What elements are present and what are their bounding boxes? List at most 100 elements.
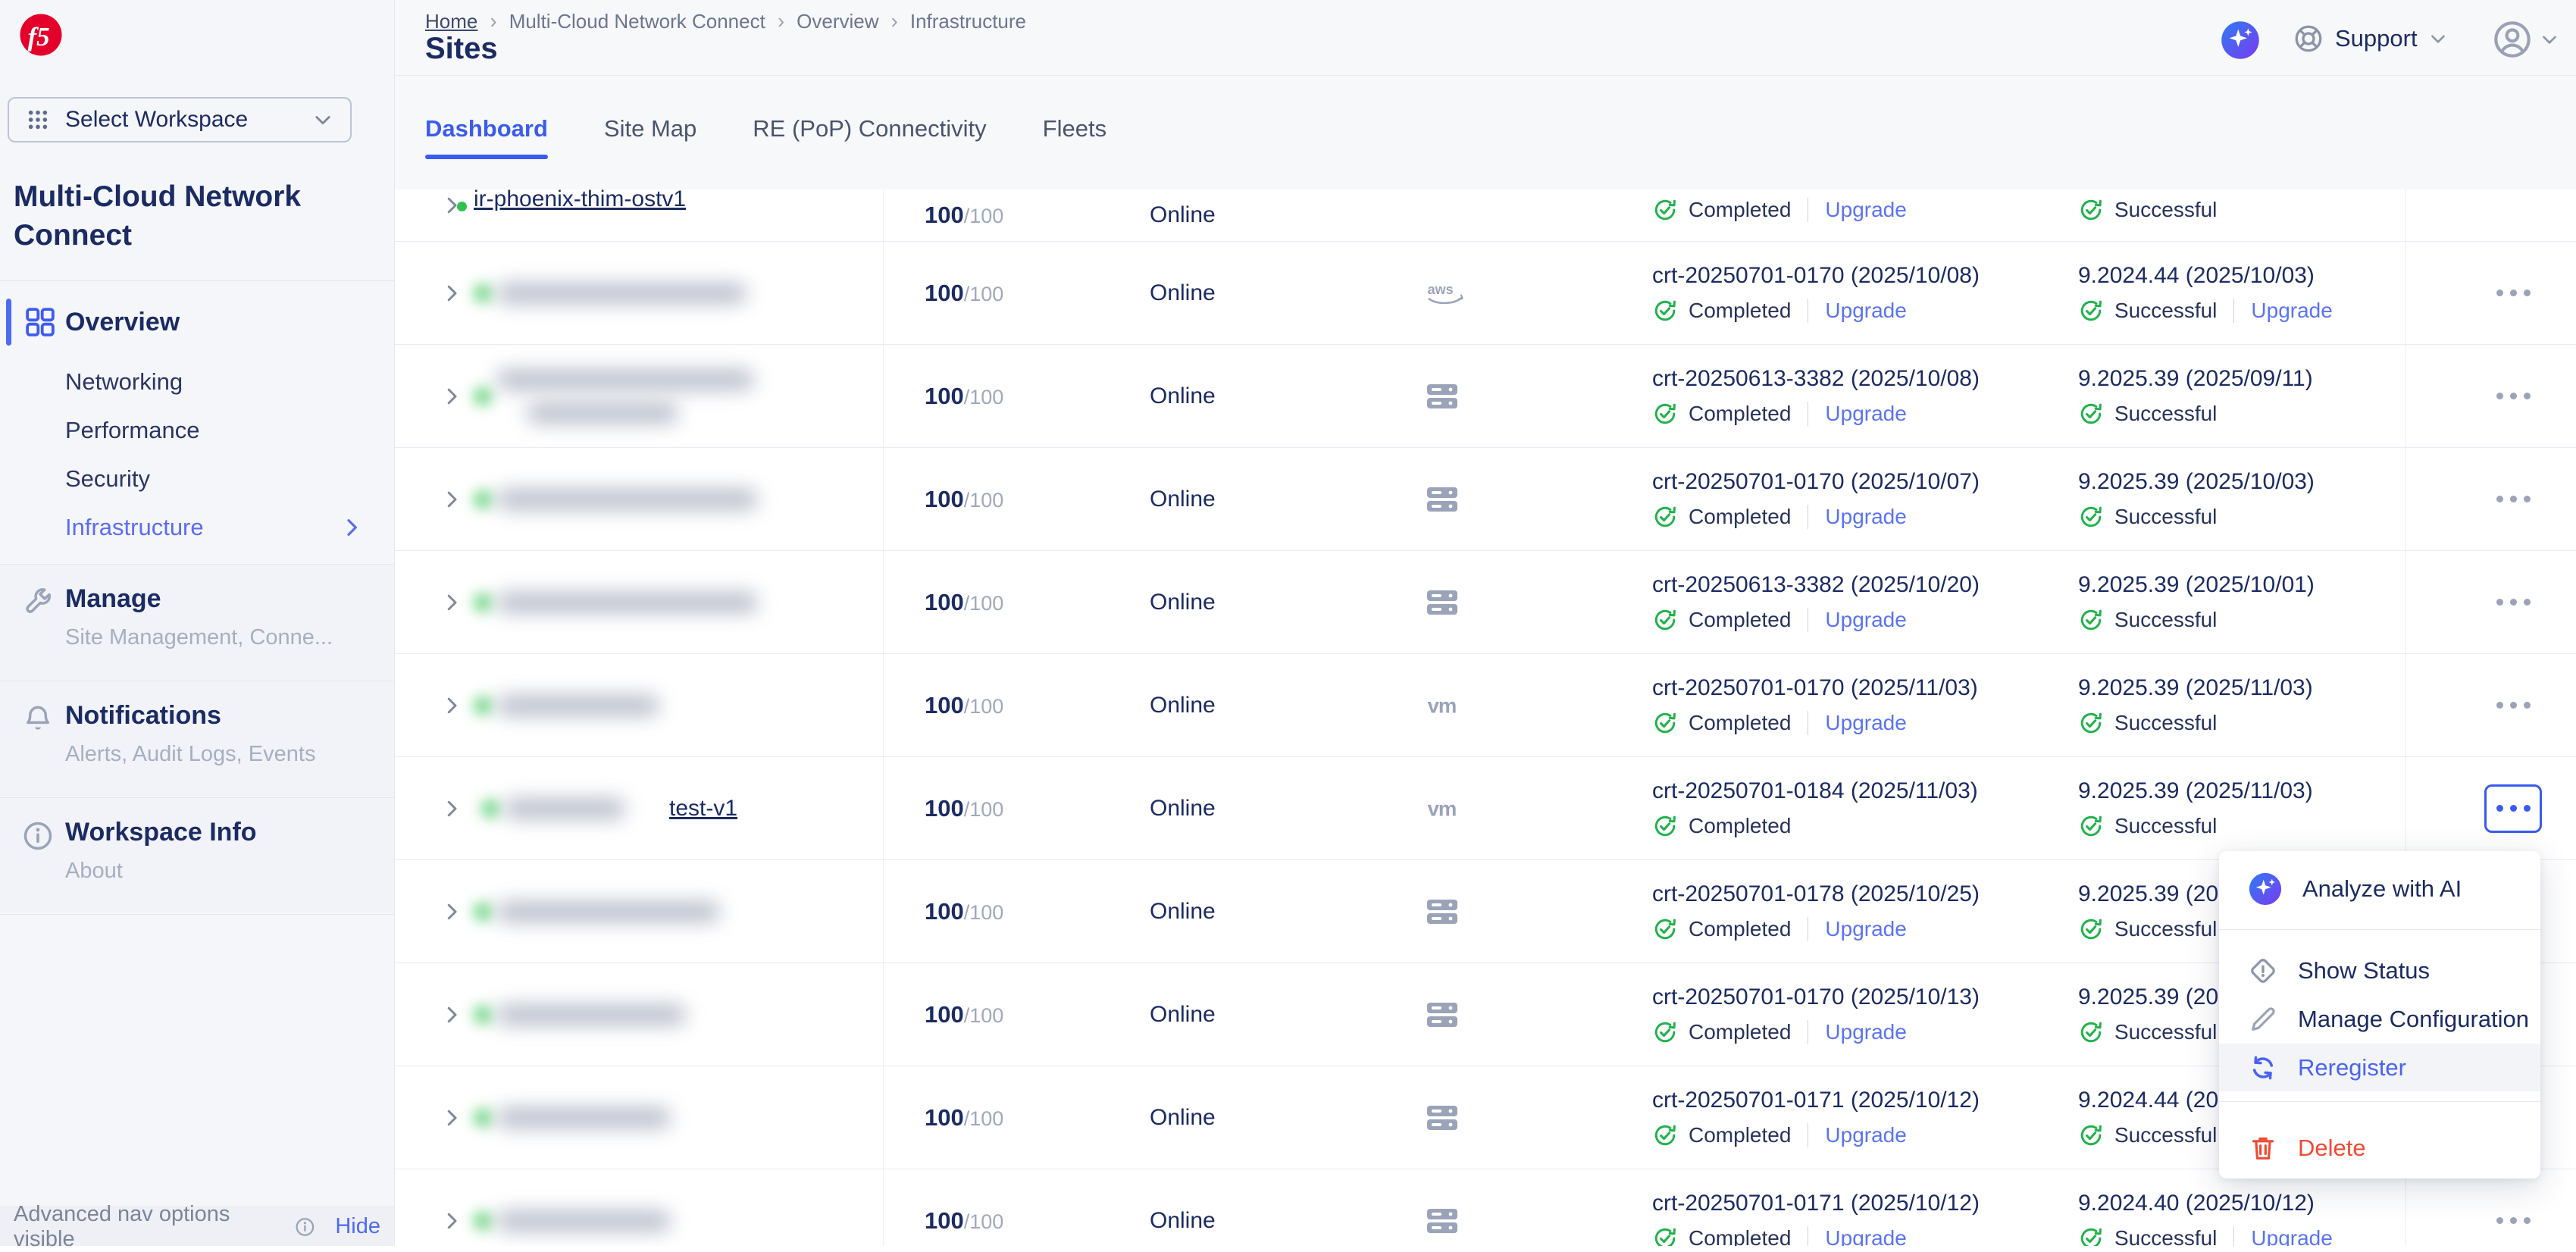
check-sync-icon xyxy=(2078,1019,2104,1045)
row-actions-button[interactable] xyxy=(2484,1201,2542,1241)
menu-divider xyxy=(2219,1101,2540,1102)
row-actions-button[interactable] xyxy=(2484,377,2542,416)
os-version-cell: 9.2025.39 (2025/10/03) Successful xyxy=(2078,469,2315,530)
check-sync-icon xyxy=(2078,916,2104,942)
upgrade-link[interactable]: Upgrade xyxy=(1825,1123,1906,1147)
upgrade-link[interactable]: Upgrade xyxy=(2251,299,2332,323)
software-version: crt-20250701-0178 (2025/10/25) xyxy=(1652,881,1980,907)
os-status: Successful xyxy=(2114,917,2217,941)
sidebar-item-manage[interactable]: Manage Site Management, Conne... xyxy=(0,565,394,680)
hide-link[interactable]: Hide xyxy=(335,1214,380,1239)
upgrade-link[interactable]: Upgrade xyxy=(1825,711,1906,735)
expand-chevron-icon[interactable] xyxy=(440,1106,463,1129)
sidebar-item-overview[interactable]: Overview xyxy=(0,297,394,347)
sidebar-item-workspace-info[interactable]: Workspace Info About xyxy=(0,798,394,913)
sidebar-item-security[interactable]: Security xyxy=(65,465,150,493)
account-menu[interactable] xyxy=(2493,20,2559,59)
expand-chevron-icon[interactable] xyxy=(440,900,463,923)
row-actions-button[interactable] xyxy=(2484,480,2542,519)
tab-dashboard[interactable]: Dashboard xyxy=(425,115,548,159)
upgrade-link[interactable]: Upgrade xyxy=(1825,1226,1906,1247)
ai-assistant-button[interactable] xyxy=(2220,20,2261,61)
workspace-title: Multi-Cloud Network Connect xyxy=(14,177,362,255)
check-sync-icon xyxy=(1652,1122,1678,1148)
os-version: 9.2025.39 (2025/10/01) xyxy=(2078,572,2315,598)
tab-re-pop-connectivity[interactable]: RE (PoP) Connectivity xyxy=(753,115,986,159)
site-name-redacted[interactable] xyxy=(471,880,774,944)
sidebar-item-performance[interactable]: Performance xyxy=(65,417,199,444)
site-name-redacted[interactable] xyxy=(471,571,812,634)
upgrade-link[interactable]: Upgrade xyxy=(2251,1226,2332,1247)
breadcrumb-separator: › xyxy=(778,9,784,33)
row-actions-button[interactable] xyxy=(2484,274,2542,313)
page-title: Sites xyxy=(425,32,498,66)
os-status: Successful xyxy=(2114,402,2217,426)
menu-item-show-status[interactable]: Show Status xyxy=(2219,947,2540,994)
software-version: crt-20250701-0170 (2025/10/13) xyxy=(1652,984,1980,1010)
tab-site-map[interactable]: Site Map xyxy=(604,115,696,159)
support-menu[interactable]: Support xyxy=(2293,23,2448,55)
expand-chevron-icon[interactable] xyxy=(440,591,463,614)
upgrade-link[interactable]: Upgrade xyxy=(1825,198,1906,222)
site-name-redacted[interactable] xyxy=(471,1086,721,1150)
site-name-link[interactable]: test-v1 xyxy=(669,796,737,822)
site-name-link[interactable]: ir-phoenix-thim-ostv1 xyxy=(474,189,686,212)
check-sync-icon xyxy=(1652,298,1678,324)
check-sync-icon xyxy=(1652,1225,1678,1247)
site-status: Online xyxy=(1150,1105,1216,1131)
breadcrumb-overview[interactable]: Overview xyxy=(797,10,878,33)
os-version-cell: 9.2024.44 (2025/10/03) SuccessfulUpgrade xyxy=(2078,263,2333,324)
expand-chevron-icon[interactable] xyxy=(440,797,463,820)
upgrade-link[interactable]: Upgrade xyxy=(1825,402,1906,426)
breadcrumb-home[interactable]: Home xyxy=(425,10,477,33)
breadcrumb-mcn[interactable]: Multi-Cloud Network Connect xyxy=(509,10,765,33)
check-sync-icon xyxy=(1652,607,1678,633)
breadcrumb-infrastructure[interactable]: Infrastructure xyxy=(910,10,1026,33)
menu-item-reregister[interactable]: Reregister xyxy=(2219,1044,2540,1091)
site-name-redacted[interactable] xyxy=(471,1189,721,1247)
provider-hardware-icon xyxy=(1424,381,1460,412)
provider-vmware-icon xyxy=(1424,795,1468,822)
table-row: 100/100 Online crt-20250701-0171 (2025/1… xyxy=(395,1169,2576,1246)
upgrade-link[interactable]: Upgrade xyxy=(1825,505,1906,529)
site-name-redacted[interactable] xyxy=(471,468,812,531)
health-score: 100/100 xyxy=(925,1001,1003,1028)
upgrade-link[interactable]: Upgrade xyxy=(1825,917,1906,941)
expand-chevron-icon[interactable] xyxy=(440,385,463,408)
row-actions-button[interactable] xyxy=(2484,686,2542,725)
sidebar-item-networking[interactable]: Networking xyxy=(65,368,183,396)
bell-icon xyxy=(21,703,55,736)
workspace-selector[interactable]: Select Workspace xyxy=(8,97,352,142)
row-actions-button[interactable] xyxy=(2484,583,2542,622)
trash-icon xyxy=(2248,1133,2278,1163)
menu-item-label: Manage Configuration xyxy=(2298,1006,2529,1033)
site-name-redacted[interactable] xyxy=(478,781,660,837)
expand-chevron-icon[interactable] xyxy=(440,282,463,305)
upgrade-link[interactable]: Upgrade xyxy=(1825,299,1906,323)
expand-chevron-icon[interactable] xyxy=(440,1210,463,1232)
menu-item-delete[interactable]: Delete xyxy=(2219,1125,2540,1172)
sw-status: Completed xyxy=(1689,814,1791,838)
site-name-redacted[interactable] xyxy=(471,355,804,438)
os-version: 9.2024.40 (2025/10/12) xyxy=(2078,1191,2333,1216)
row-actions-button-active[interactable] xyxy=(2484,784,2542,833)
expand-chevron-icon[interactable] xyxy=(440,694,463,717)
site-name-redacted[interactable] xyxy=(471,674,706,737)
os-status: Successful xyxy=(2114,1123,2217,1147)
upgrade-link[interactable]: Upgrade xyxy=(1825,1020,1906,1044)
tab-fleets[interactable]: Fleets xyxy=(1043,115,1106,159)
sidebar-item-infrastructure[interactable]: Infrastructure xyxy=(65,514,204,541)
sw-status: Completed xyxy=(1689,1123,1791,1147)
grid-apps-icon xyxy=(26,108,50,132)
header-divider xyxy=(395,75,2576,76)
menu-item-analyze-with-ai[interactable]: Analyze with AI xyxy=(2219,863,2540,915)
expand-chevron-icon[interactable] xyxy=(440,488,463,511)
sidebar-item-notifications[interactable]: Notifications Alerts, Audit Logs, Events xyxy=(0,681,394,797)
upgrade-link[interactable]: Upgrade xyxy=(1825,608,1906,632)
expand-chevron-icon[interactable] xyxy=(440,1003,463,1026)
site-name-redacted[interactable] xyxy=(471,983,736,1047)
site-name-redacted[interactable] xyxy=(471,261,804,325)
site-status: Online xyxy=(1150,280,1216,306)
menu-item-manage-configuration[interactable]: Manage Configuration xyxy=(2219,996,2540,1043)
breadcrumb: Home › Multi-Cloud Network Connect › Ove… xyxy=(425,9,1026,33)
